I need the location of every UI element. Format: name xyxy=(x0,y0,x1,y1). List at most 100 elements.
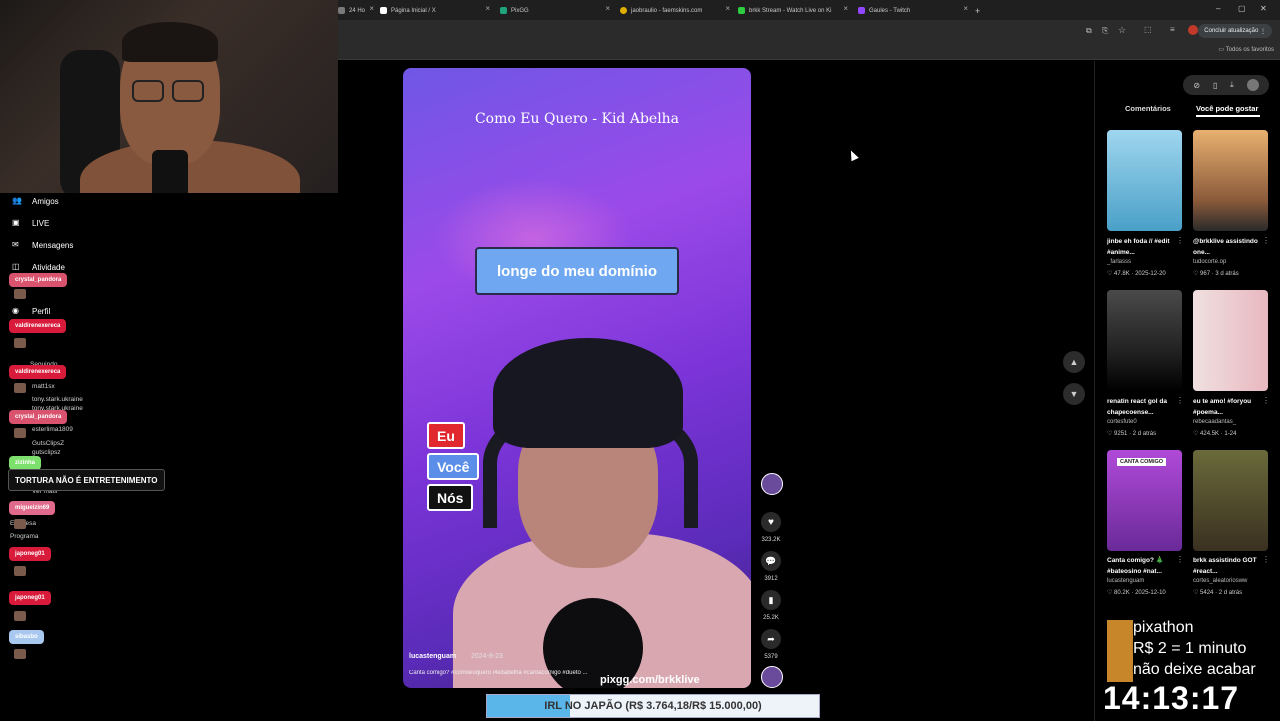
card-user[interactable]: _farlasss xyxy=(1107,259,1131,265)
video-thumbnail[interactable]: CANTA COMIGO xyxy=(1107,450,1182,551)
video-thumbnail[interactable] xyxy=(1193,450,1268,551)
maximize-icon[interactable]: ▢ xyxy=(1238,4,1246,13)
video-thumbnail[interactable] xyxy=(1107,290,1182,391)
card-user[interactable]: rebecaadantas_ xyxy=(1193,419,1236,425)
pixgg-icon xyxy=(500,7,507,14)
card-meta: ♡ 9251 · 2 d atrás xyxy=(1107,431,1157,437)
cap xyxy=(493,338,683,448)
save-button[interactable]: ▮ xyxy=(761,590,781,610)
browser-toolbar: ⧉ ⎘ ☆ ⬚ ≡ Concluir atualização ⋮ xyxy=(338,20,1280,42)
video-thumbnail[interactable] xyxy=(1107,130,1182,231)
card-meta: ♡ 967 · 3 d atrás xyxy=(1193,271,1239,277)
update-button[interactable]: Concluir atualização ⋮ xyxy=(1198,24,1272,38)
tab-you-may-like[interactable]: Você pode gostar xyxy=(1196,104,1258,113)
message-icon: ✉ xyxy=(12,240,19,249)
tab-label: brkk Stream - Watch Live on Ki xyxy=(749,7,832,14)
pixathon-line: não deixe acabar xyxy=(1133,661,1256,678)
compass-icon[interactable]: ⊘ xyxy=(1193,81,1200,90)
tab-1[interactable]: Página Inicial / X × xyxy=(380,3,490,18)
phone-icon[interactable]: ▯ xyxy=(1213,81,1217,90)
share-button[interactable]: ➦ xyxy=(761,629,781,649)
glasses-right xyxy=(172,80,204,102)
tab-0[interactable]: 24 Ho × xyxy=(338,3,374,18)
tab-comments[interactable]: Comentários xyxy=(1125,104,1171,113)
creator-avatar[interactable] xyxy=(761,473,783,495)
nav-profile[interactable]: ◉ Perfil xyxy=(12,306,50,317)
tab-4[interactable]: brkk Stream - Watch Live on Ki × xyxy=(738,3,848,18)
next-video-button[interactable]: ▼ xyxy=(1063,383,1085,405)
nav-friends[interactable]: 👥 Amigos xyxy=(12,196,59,207)
all-favorites[interactable]: ▭ Todos os favoritos xyxy=(1218,46,1274,53)
cast-icon[interactable]: ⎘ xyxy=(1102,26,1108,36)
previous-video-button[interactable]: ▲ xyxy=(1063,351,1085,373)
close-icon[interactable]: × xyxy=(963,4,968,13)
card-title[interactable]: eu te amo! #foryou #poema... xyxy=(1193,396,1273,418)
video-thumbnail[interactable] xyxy=(1193,290,1268,391)
chat-username: crystal_pandora xyxy=(9,410,68,424)
video-player[interactable]: Como Eu Quero - Kid Abelha longe do meu … xyxy=(403,68,751,688)
donation-goal-bar: IRL NO JAPÃO (R$ 3.764,18/R$ 15.000,00) xyxy=(486,694,820,718)
chat-avatar xyxy=(14,289,26,299)
pixathon-line: R$ 2 = 1 minuto xyxy=(1133,640,1247,657)
more-icon[interactable]: ⋮ xyxy=(1262,555,1270,564)
like-count: 323.2K xyxy=(761,537,781,543)
browser-tab-bar: 24 Ho × Página Inicial / X × PixGG × jaobra… xyxy=(338,0,1280,20)
chat-avatar xyxy=(14,338,26,348)
tab-3[interactable]: jaobraulio - faemskins.com × xyxy=(620,3,730,18)
card-title[interactable]: @brkklive assistindo one... xyxy=(1193,236,1273,258)
pixathon-image xyxy=(1107,620,1133,682)
close-icon[interactable]: × xyxy=(843,4,848,13)
nav-activity[interactable]: ◫ Atividade xyxy=(12,262,65,273)
nav-live[interactable]: ▣ LIVE xyxy=(12,218,49,229)
card-title[interactable]: jinbe eh foda // #edit #anime... xyxy=(1107,236,1187,258)
microphone xyxy=(152,150,188,193)
avatar[interactable] xyxy=(1246,79,1259,91)
x-logo-icon xyxy=(380,7,387,14)
chevron-down-icon: ▼ xyxy=(1069,389,1079,399)
close-icon[interactable]: × xyxy=(605,4,610,13)
more-icon[interactable]: ⋮ xyxy=(1262,396,1270,405)
people-icon: 👥 xyxy=(12,196,22,205)
card-title[interactable]: Canta comigo? 🎄 #bateosino #nat... xyxy=(1107,555,1187,577)
tab-2[interactable]: PixGG × xyxy=(500,3,610,18)
close-icon[interactable]: × xyxy=(485,4,490,13)
chat-username: sibasbo xyxy=(9,630,44,644)
more-icon[interactable]: ⋮ xyxy=(1176,555,1184,564)
more-icon[interactable]: ⋮ xyxy=(1176,236,1184,245)
card-title[interactable]: brkk assistindo GOT #react... xyxy=(1193,555,1273,577)
translate-icon[interactable]: ⧉ xyxy=(1086,26,1092,36)
tab-5[interactable]: Gaules - Twitch × xyxy=(858,3,968,18)
card-date: 2025-12-20 xyxy=(1135,271,1166,277)
chat-username: crystal_pandora xyxy=(9,273,68,287)
download-icon[interactable]: ⤓ xyxy=(1230,80,1234,90)
nav-messages[interactable]: ✉ Mensagens xyxy=(12,240,73,251)
card-user[interactable]: tudocorte.op xyxy=(1193,259,1226,265)
bookmarks-bar: ▭ Todos os favoritos xyxy=(338,42,1280,60)
tab-label: Página Inicial / X xyxy=(391,7,436,14)
card-date: 2 d atrás xyxy=(1132,431,1157,437)
profile-avatar[interactable] xyxy=(1188,25,1198,35)
card-title[interactable]: renatin react gol da chapecoense... xyxy=(1107,396,1187,418)
like-button[interactable]: ♥ xyxy=(761,512,781,532)
more-icon[interactable]: ⋮ xyxy=(1262,236,1270,245)
music-disc[interactable] xyxy=(761,666,783,688)
window-close-icon[interactable]: ✕ xyxy=(1260,4,1267,13)
star-icon[interactable]: ☆ xyxy=(1118,25,1126,36)
tab-label: PixGG xyxy=(511,7,529,14)
close-icon[interactable]: × xyxy=(369,4,374,13)
minimize-icon[interactable]: – xyxy=(1216,4,1220,13)
goal-text: IRL NO JAPÃO (R$ 3.764,18/R$ 15.000,00) xyxy=(544,700,762,712)
more-icon[interactable]: ⋮ xyxy=(1176,396,1184,405)
video-username[interactable]: lucastenguam xyxy=(409,653,456,660)
media-icon[interactable]: ≡ xyxy=(1170,25,1175,34)
new-tab-button[interactable]: + xyxy=(975,3,985,18)
card-user[interactable]: lucastenguam xyxy=(1107,578,1144,584)
video-thumbnail[interactable] xyxy=(1193,130,1268,231)
card-user[interactable]: cortes_aleatoriosww xyxy=(1193,578,1247,584)
nav-label: Atividade xyxy=(32,263,65,272)
pixathon-overlay: pixathon R$ 2 = 1 minuto não deixe acaba… xyxy=(1133,617,1256,680)
card-user[interactable]: cortesfute0 xyxy=(1107,419,1137,425)
extensions-icon[interactable]: ⬚ xyxy=(1144,25,1152,34)
comment-button[interactable]: 💬 xyxy=(761,551,781,571)
close-icon[interactable]: × xyxy=(725,4,730,13)
